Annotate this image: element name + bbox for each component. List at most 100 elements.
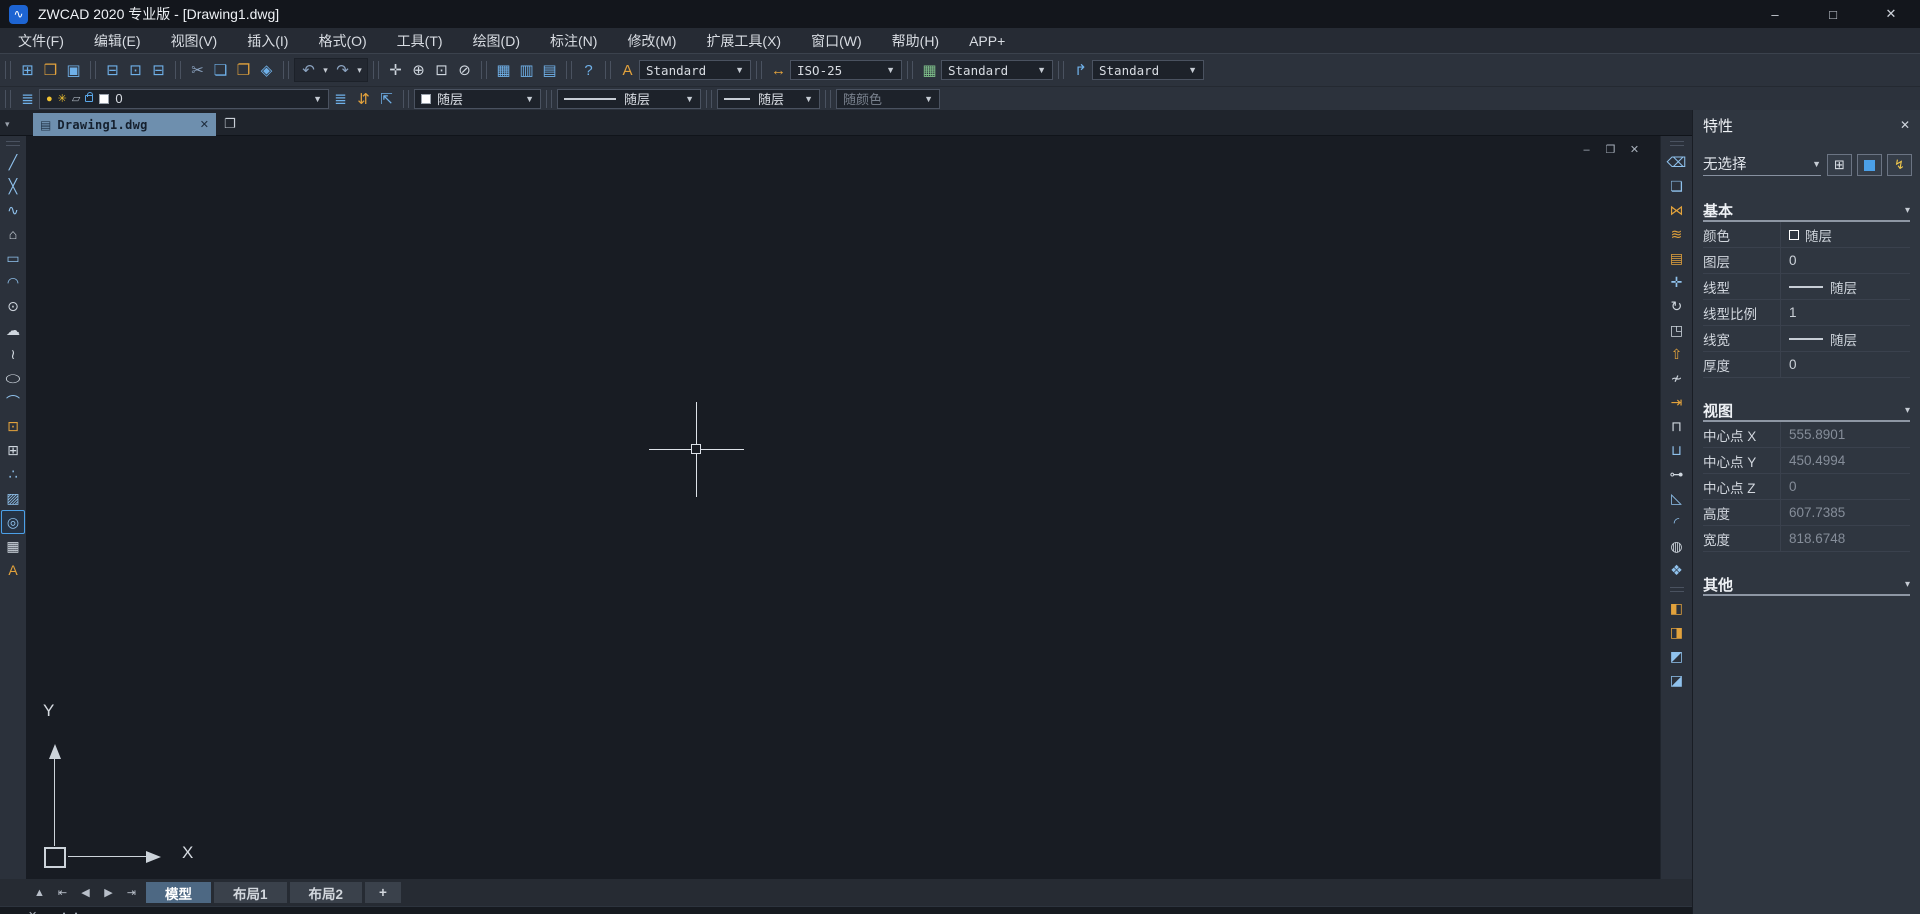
circle-button[interactable]: ⊙ (1, 294, 25, 318)
linetype-dropdown[interactable]: 随层 ▼ (557, 88, 701, 109)
property-row-color[interactable]: 颜色 随层 (1703, 222, 1910, 248)
close-icon[interactable]: ✕ (1862, 0, 1920, 28)
new-button[interactable]: ⊞ (16, 59, 39, 81)
copy-button[interactable]: ❏ (209, 59, 232, 81)
region-button[interactable]: ◎ (1, 510, 25, 534)
text-style-dropdown[interactable]: Standard ▼ (639, 60, 751, 80)
construction-line-button[interactable]: ╳ (1, 174, 25, 198)
doc-minimize-icon[interactable]: – (1579, 142, 1594, 157)
open-button[interactable]: ❒ (39, 59, 62, 81)
wipeout-button[interactable]: ◍ (1665, 534, 1689, 558)
dim-style-dropdown[interactable]: ISO-25 ▼ (790, 60, 902, 80)
print-preview-button[interactable]: ⊡ (124, 59, 147, 81)
quick-select-button[interactable]: ⊞ (1827, 154, 1852, 176)
stretch-button[interactable]: ⇧ (1665, 342, 1689, 366)
menu-item-modify[interactable]: 修改(M) (612, 28, 691, 53)
add-layout-button[interactable]: + (365, 882, 401, 903)
property-row-lineweight[interactable]: 线宽 随层 (1703, 326, 1910, 352)
toolbar-grip[interactable] (605, 61, 611, 79)
section-view[interactable]: 视图 ▾ (1703, 400, 1910, 422)
menu-item-tools[interactable]: 工具(T) (382, 28, 458, 53)
tab-layout1[interactable]: 布局1 (214, 882, 287, 903)
menu-item-file[interactable]: 文件(F) (3, 28, 79, 53)
toolbar-grip[interactable] (706, 89, 712, 108)
layer-states-button[interactable]: ≣ (329, 88, 352, 110)
property-row-center-y[interactable]: 中心点 Y 450.4994 (1703, 448, 1910, 474)
table-style-dropdown[interactable]: Standard ▼ (941, 60, 1053, 80)
drawing-canvas[interactable]: – ❐ ✕ Y X (26, 136, 1660, 879)
copy-object-button[interactable]: ❏ (1665, 174, 1689, 198)
zoom-previous-button[interactable]: ⊘ (453, 59, 476, 81)
toolbar-grip[interactable] (283, 61, 289, 79)
property-row-linetype-scale[interactable]: 线型比例 1 (1703, 300, 1910, 326)
selection-dropdown[interactable]: 无选择 ▼ (1703, 152, 1821, 176)
layer-previous-button[interactable]: ⇵ (352, 88, 375, 110)
toolbar-grip[interactable] (825, 89, 831, 108)
property-row-layer[interactable]: 图层 0 (1703, 248, 1910, 274)
toolbar-grip[interactable] (175, 61, 181, 79)
cut-button[interactable]: ✂ (186, 59, 209, 81)
menu-item-dimension[interactable]: 标注(N) (535, 28, 612, 53)
toolbar-grip[interactable] (1058, 61, 1064, 79)
arc-button[interactable]: ◠ (1, 270, 25, 294)
property-row-center-x[interactable]: 中心点 X 555.8901 (1703, 422, 1910, 448)
property-row-thickness[interactable]: 厚度 0 (1703, 352, 1910, 378)
tab-model[interactable]: 模型 (146, 882, 211, 903)
toolbar-grip[interactable] (1669, 141, 1684, 146)
toolbar-grip[interactable] (373, 61, 379, 79)
maximize-icon[interactable]: □ (1804, 0, 1862, 28)
menu-item-express-tools[interactable]: 扩展工具(X) (691, 28, 796, 53)
join-button[interactable]: ⊶ (1665, 462, 1689, 486)
zoom-realtime-button[interactable]: ⊕ (407, 59, 430, 81)
redo-dropdown-icon[interactable]: ▾ (354, 59, 365, 81)
polyline-button[interactable]: ∿ (1, 198, 25, 222)
undo-button[interactable]: ↶ (297, 59, 320, 81)
document-tab-drawing1[interactable]: ▤ Drawing1.dwg ✕ (33, 113, 216, 136)
plot-style-dropdown[interactable]: 随颜色 ▼ (836, 88, 940, 109)
section-basic[interactable]: 基本 ▾ (1703, 200, 1910, 222)
toolbar-grip[interactable] (907, 61, 913, 79)
bring-above-button[interactable]: ◩ (1665, 644, 1689, 668)
undo-dropdown-icon[interactable]: ▾ (320, 59, 331, 81)
offset-button[interactable]: ≋ (1665, 222, 1689, 246)
toggle-pickadd-button[interactable] (1857, 154, 1882, 176)
toolbar-grip[interactable] (6, 141, 20, 146)
menu-item-window[interactable]: 窗口(W) (796, 28, 877, 53)
ellipse-button[interactable]: ◯ (1, 371, 25, 386)
ellipse-arc-button[interactable]: ⌒ (1, 390, 25, 414)
multiline-text-button[interactable]: A (1, 558, 25, 582)
insert-block-button[interactable]: ⊡ (1, 414, 25, 438)
rotate-button[interactable]: ↻ (1665, 294, 1689, 318)
point-button[interactable]: ∴ (1, 462, 25, 486)
tab-menu-icon[interactable]: ▾ (5, 119, 10, 130)
toolbar-grip[interactable] (756, 61, 762, 79)
toolbar-grip[interactable] (481, 61, 487, 79)
fillet-button[interactable]: ◜ (1665, 510, 1689, 534)
line-tool-button[interactable]: ╱ (1, 150, 25, 174)
revision-cloud-button[interactable]: ☁ (1, 318, 25, 342)
lineweight-dropdown[interactable]: 随层 ▼ (717, 88, 820, 109)
close-tab-icon[interactable]: ✕ (200, 118, 209, 131)
bring-to-front-button[interactable]: ◧ (1665, 596, 1689, 620)
toolbar-grip[interactable] (566, 61, 572, 79)
array-button[interactable]: ▤ (1665, 246, 1689, 270)
tab-next-icon[interactable]: ▶ (97, 883, 120, 903)
redo-button[interactable]: ↷ (331, 59, 354, 81)
move-button[interactable]: ✛ (1665, 270, 1689, 294)
property-row-height[interactable]: 高度 607.7385 (1703, 500, 1910, 526)
send-under-button[interactable]: ◪ (1665, 668, 1689, 692)
menu-item-edit[interactable]: 编辑(E) (79, 28, 156, 53)
extend-button[interactable]: ⇥ (1665, 390, 1689, 414)
make-layer-current-button[interactable]: ⇱ (375, 88, 398, 110)
layer-dropdown[interactable]: ● ✳ ▱ 0 ▼ (39, 88, 329, 109)
menu-item-format[interactable]: 格式(O) (303, 28, 381, 53)
chamfer-button[interactable]: ◺ (1665, 486, 1689, 510)
spline-button[interactable]: ≀ (1, 342, 25, 366)
mirror-button[interactable]: ⋈ (1665, 198, 1689, 222)
tab-up-icon[interactable]: ▲ (28, 883, 51, 903)
table-button[interactable]: ▥ (515, 59, 538, 81)
erase-button[interactable]: ⌫ (1665, 150, 1689, 174)
command-expand-icon[interactable]: ∧∧ (60, 909, 84, 914)
send-to-back-button[interactable]: ◨ (1665, 620, 1689, 644)
toolbar-grip[interactable] (5, 89, 11, 108)
